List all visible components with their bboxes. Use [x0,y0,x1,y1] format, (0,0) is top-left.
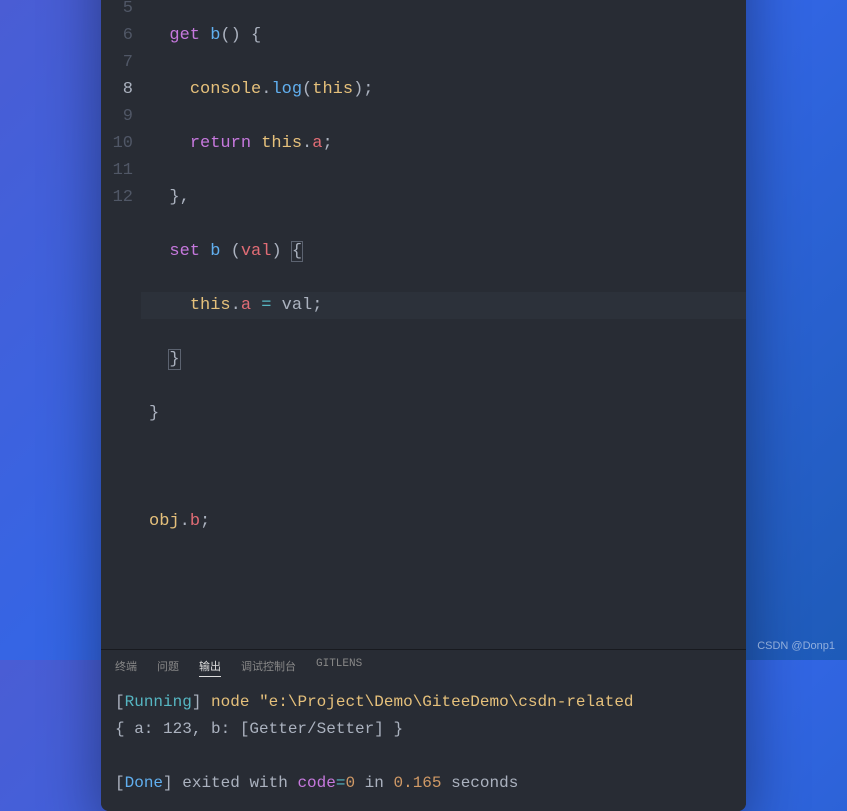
code-line: set b (val) { [149,238,746,265]
watermark: CSDN @Donp1 [757,640,835,652]
code-line: this.a = val; [141,292,746,319]
code-line [149,562,746,589]
code-editor[interactable]: 1 2 3 4 5 6 7 8 9 10 11 12 const obj = {… [101,0,746,649]
terminal-output[interactable]: [Running] node "e:\Project\Demo\GiteeDem… [101,683,746,811]
terminal-panel: 终端 问题 输出 调试控制台 GITLENS [Running] node "e… [101,649,746,811]
line-gutter: 1 2 3 4 5 6 7 8 9 10 11 12 [101,0,149,643]
line-number: 9 [101,103,133,130]
code-line: obj.b; [149,508,746,535]
line-number: 11 [101,157,133,184]
line-number: 7 [101,49,133,76]
code-line: }, [149,184,746,211]
editor-window: 1 2 3 4 5 6 7 8 9 10 11 12 const obj = {… [101,0,746,811]
code-line [149,454,746,481]
tab-output[interactable]: 输出 [199,658,221,677]
tab-problems[interactable]: 问题 [157,658,179,677]
line-number: 8 [101,76,133,103]
line-number: 10 [101,130,133,157]
code-line: } [149,400,746,427]
tab-terminal[interactable]: 终端 [115,658,137,677]
code-line: console.log(this); [149,76,746,103]
line-number: 5 [101,0,133,22]
line-number: 6 [101,22,133,49]
code-area[interactable]: const obj = { a: 123, get b() { console.… [149,0,746,643]
code-line: return this.a; [149,130,746,157]
code-line: } [149,346,746,373]
terminal-line: { a: 123, b: [Getter/Setter] } [115,720,403,738]
tab-gitlens[interactable]: GITLENS [316,658,362,677]
tab-debug-console[interactable]: 调试控制台 [241,658,296,677]
code-line: get b() { [149,22,746,49]
line-number: 12 [101,184,133,211]
panel-tabs: 终端 问题 输出 调试控制台 GITLENS [101,650,746,683]
